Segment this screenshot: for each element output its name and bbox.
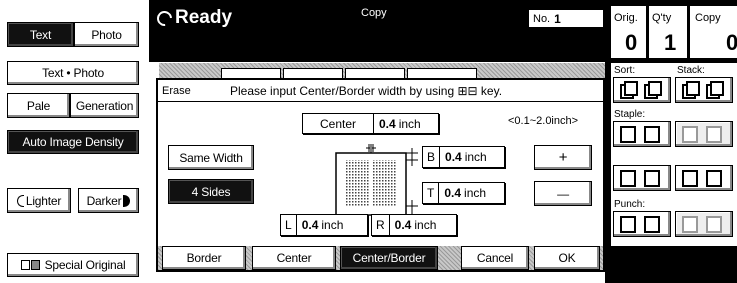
staple-double-top-button[interactable] [675, 165, 733, 191]
decrease-button[interactable]: — [534, 181, 592, 206]
original-type-panel: Text Photo Text • Photo Pale Generation … [0, 0, 149, 283]
right-page-content [373, 160, 397, 206]
generation-mode-button[interactable]: Generation [70, 93, 139, 118]
copy-value: 0 [726, 30, 737, 55]
top-width-value: 0.4 inch [438, 183, 491, 203]
top-width-label: T [427, 186, 435, 200]
staple-top-left-button[interactable] [613, 121, 671, 147]
darker-button[interactable]: Darker [78, 188, 139, 213]
status-bar: Ready Copy No. 1 [149, 0, 605, 62]
top-width-field[interactable]: T 0.4 inch [422, 182, 505, 204]
lighter-icon [16, 194, 24, 207]
bottom-width-value: 0.4 inch [439, 147, 492, 167]
punch-top-button[interactable] [675, 211, 733, 237]
punch-label: Punch: [614, 199, 646, 210]
ready-status: Ready [153, 7, 233, 29]
staple-double-icon [620, 170, 660, 187]
special-original-button[interactable]: Special Original [7, 253, 139, 277]
job-number-label: No. [533, 12, 551, 25]
pale-mode-button[interactable]: Pale [7, 93, 70, 118]
staple-double-left-button[interactable] [613, 165, 671, 191]
quantity-label: Q'ty [652, 12, 672, 24]
tab-center[interactable]: Center [252, 246, 336, 270]
left-width-label: L [285, 218, 292, 232]
text-photo-mode-button[interactable]: Text • Photo [7, 61, 139, 85]
sort-button[interactable] [613, 77, 671, 103]
right-width-field[interactable]: R 0.4 inch [371, 214, 457, 236]
staple-disabled-icon [682, 126, 722, 143]
punch-left-button[interactable] [613, 211, 671, 237]
staple-label: Staple: [614, 109, 646, 120]
finisher-options: Sort: Stack: Staple: Punch: [610, 62, 737, 247]
center-width-value: 0.4 inch [373, 114, 426, 133]
darker-icon [123, 194, 131, 207]
right-width-label: R [376, 218, 385, 232]
auto-image-density-button[interactable]: Auto Image Density [7, 130, 139, 154]
copy-label: Copy [695, 12, 721, 24]
increase-button[interactable]: + [534, 145, 592, 170]
special-original-icon [20, 260, 40, 270]
sort-label: Sort: [614, 65, 636, 76]
staple-icon [620, 126, 660, 143]
dialog-title: Erase [162, 85, 191, 97]
lighter-label: Lighter [25, 193, 62, 208]
same-width-button[interactable]: Same Width [168, 145, 254, 170]
quantity-counter: Q'ty 1 [648, 5, 688, 59]
ready-text: Ready [175, 7, 233, 28]
left-width-value: 0.4 inch [295, 215, 349, 235]
copy-counter: Copy 0 [689, 5, 737, 59]
lighter-button[interactable]: Lighter [7, 188, 71, 213]
darker-label: Darker [86, 193, 122, 208]
job-number-value: 1 [554, 11, 561, 26]
bottom-width-field[interactable]: B 0.4 inch [422, 146, 505, 168]
staple-top-right-button[interactable] [675, 121, 733, 147]
staple-double-top-icon [682, 170, 722, 187]
sort-icon [620, 81, 662, 99]
stack-button[interactable] [675, 77, 733, 103]
punch-disabled-icon [682, 216, 722, 233]
ok-button[interactable]: OK [534, 246, 600, 270]
originals-label: Orig. [614, 12, 638, 24]
left-page-content [345, 160, 369, 206]
quantity-value: 1 [664, 30, 677, 55]
punch-icon [620, 216, 660, 233]
bottom-width-label: B [427, 150, 436, 164]
range-hint: <0.1~2.0inch> [508, 115, 579, 127]
ready-icon [153, 7, 176, 29]
originals-value: 0 [625, 30, 638, 55]
counter-finisher-panel: Orig. 0 Q'ty 1 Copy 0 Sort: Stack: Stapl… [605, 0, 737, 283]
right-width-value: 0.4 inch [388, 215, 442, 235]
four-sides-button[interactable]: 4 Sides [168, 179, 254, 204]
left-width-field[interactable]: L 0.4 inch [280, 214, 368, 236]
erase-type-tabs: Border Center Center/Border Cancel OK [158, 246, 603, 270]
stack-icon [682, 81, 724, 99]
originals-counter: Orig. 0 [610, 5, 647, 59]
tab-center-border[interactable]: Center/Border [340, 246, 438, 270]
photo-mode-button[interactable]: Photo [74, 22, 139, 47]
cancel-button[interactable]: Cancel [461, 246, 529, 270]
tab-border[interactable]: Border [162, 246, 246, 270]
stack-label: Stack: [677, 65, 705, 76]
text-mode-button[interactable]: Text [7, 22, 74, 47]
special-original-label: Special Original [44, 258, 126, 272]
mode-label: Copy [361, 7, 387, 19]
dialog-message: Please input Center/Border width by usin… [230, 84, 503, 98]
center-width-field[interactable]: Center 0.4 inch [302, 113, 439, 134]
job-number-box: No. 1 [528, 9, 604, 28]
erase-dialog: Erase Please input Center/Border width b… [156, 78, 605, 272]
dialog-header: Erase Please input Center/Border width b… [158, 80, 603, 102]
center-width-label: Center [319, 116, 357, 131]
